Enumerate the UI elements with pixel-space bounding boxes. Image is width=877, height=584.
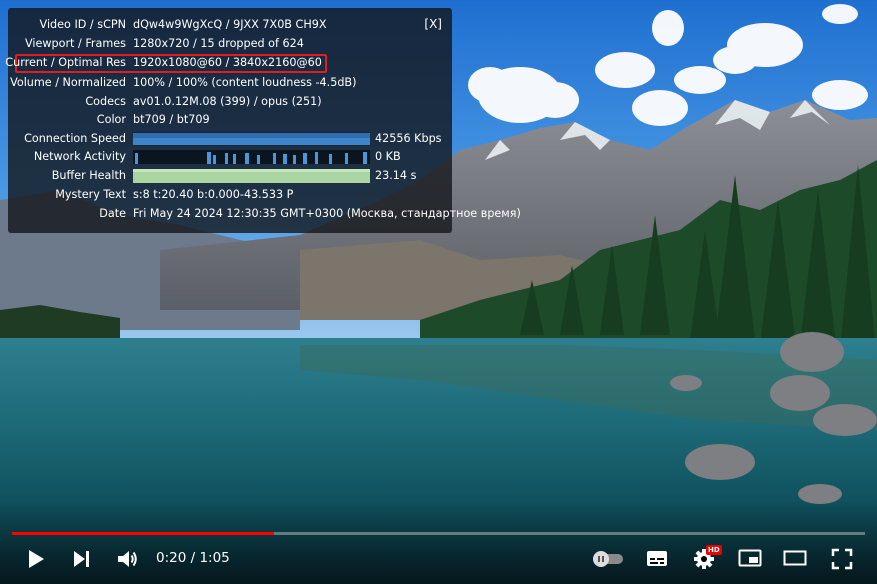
stats-label: Color (96, 113, 126, 126)
stats-value: bt709 / bt709 (133, 113, 210, 126)
next-icon[interactable] (72, 549, 92, 569)
connection-speed-graph (133, 132, 370, 146)
video-player[interactable]: [X] Video ID / sCPN dQw4w9WgXcQ / 9JXX 7… (0, 0, 877, 584)
stats-label: Buffer Health (51, 169, 126, 182)
stats-label: Codecs (85, 95, 126, 108)
stats-value: dQw4w9WgXcQ / 9JXX 7X0B CH9X (133, 18, 327, 31)
stats-row-mystery-text: Mystery Text s:8 t:20.40 b:0.000-43.533 … (8, 186, 452, 204)
buffer-health-graph (133, 169, 370, 183)
volume-icon[interactable] (116, 548, 140, 570)
stats-label: Date (99, 207, 126, 220)
stats-label: Viewport / Frames (24, 37, 126, 50)
time-display: 0:20 / 1:05 (156, 550, 230, 566)
stats-value: 100% / 100% (content loudness -4.5dB) (133, 76, 357, 89)
stats-value: 0 KB (375, 150, 401, 163)
stats-label: Mystery Text (55, 188, 126, 201)
stats-label: Connection Speed (24, 132, 126, 145)
stats-label: Current / Optimal Res (5, 56, 126, 69)
miniplayer-icon[interactable] (738, 549, 762, 567)
seek-bar[interactable] (12, 532, 865, 535)
stats-value: av01.0.12M.08 (399) / opus (251) (133, 95, 322, 108)
stats-label: Volume / Normalized (10, 76, 126, 89)
stats-row-volume: Volume / Normalized 100% / 100% (content… (8, 74, 452, 92)
stats-row-resolution: Current / Optimal Res 1920x1080@60 / 384… (5, 54, 452, 72)
stats-value: 23.14 s (375, 169, 417, 182)
stats-label: Video ID / sCPN (39, 18, 126, 31)
play-icon[interactable] (26, 548, 46, 570)
stats-row-connection-speed: Connection Speed 42556 Kbps (8, 130, 452, 148)
stats-for-nerds-panel: [X] Video ID / sCPN dQw4w9WgXcQ / 9JXX 7… (5, 8, 521, 233)
stats-row-video-id: Video ID / sCPN dQw4w9WgXcQ / 9JXX 7X0B … (8, 16, 452, 34)
stats-row-buffer-health: Buffer Health 23.14 s (8, 167, 452, 185)
stats-label: Network Activity (33, 150, 126, 163)
stats-value: 1920x1080@60 / 3840x2160@60 (133, 56, 322, 69)
seek-bar-played (12, 532, 275, 535)
stats-value: s:8 t:20.40 b:0.000-43.533 P (133, 188, 294, 201)
theater-mode-icon[interactable] (783, 549, 807, 567)
stats-row-color: Color bt709 / bt709 (8, 111, 452, 129)
stats-row-date: Date Fri May 24 2024 12:30:35 GMT+0300 (… (8, 205, 521, 223)
stats-value: 42556 Kbps (375, 132, 442, 145)
fullscreen-icon[interactable] (831, 548, 853, 570)
stats-value: 1280x720 / 15 dropped of 624 (133, 37, 304, 50)
stats-row-network-activity: Network Activity 0 KB (8, 148, 452, 166)
network-activity-graph (133, 150, 370, 164)
stats-row-codecs: Codecs av01.0.12M.08 (399) / opus (251) (8, 93, 452, 111)
subtitles-icon[interactable] (646, 549, 668, 567)
autoplay-toggle[interactable] (592, 550, 624, 568)
stats-row-viewport: Viewport / Frames 1280x720 / 15 dropped … (8, 35, 452, 53)
hd-badge: HD (706, 545, 722, 555)
stats-value: Fri May 24 2024 12:30:35 GMT+0300 (Москв… (133, 207, 521, 220)
